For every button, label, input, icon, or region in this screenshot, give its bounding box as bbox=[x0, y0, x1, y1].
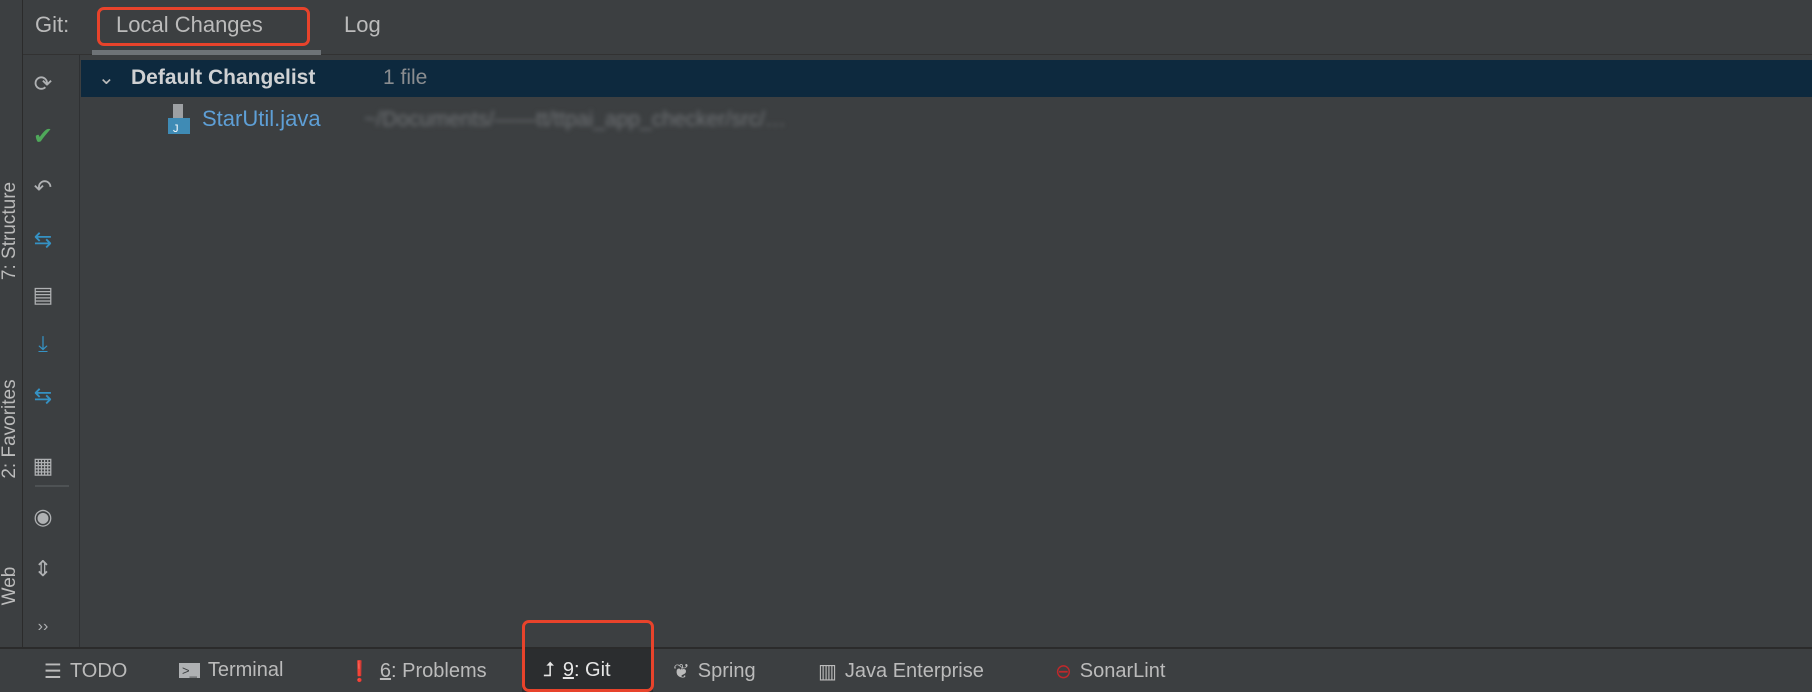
highlight-box-git bbox=[522, 620, 654, 692]
changelist-row[interactable]: ⌄ Default Changelist 1 file bbox=[81, 60, 1812, 97]
java-file-icon: J bbox=[168, 104, 190, 134]
expand-collapse-icon[interactable]: ⇕ bbox=[30, 556, 56, 582]
java-enterprise-label: Java Enterprise bbox=[844, 660, 984, 682]
toolbar-separator bbox=[35, 485, 69, 487]
refresh-icon[interactable]: ⟳ bbox=[30, 71, 56, 97]
web-label: Web bbox=[0, 566, 20, 606]
commit-check-icon[interactable]: ✔ bbox=[30, 123, 56, 150]
java-enterprise-tool-button[interactable]: ▥ Java Enterprise bbox=[818, 659, 984, 684]
sonarlint-icon: ⊖ bbox=[1055, 661, 1072, 683]
sonarlint-label: SonarLint bbox=[1079, 660, 1166, 682]
changelist-name: Default Changelist bbox=[131, 66, 316, 89]
group-by-icon[interactable]: ▦ bbox=[30, 453, 56, 479]
terminal-icon: >_ bbox=[179, 663, 200, 678]
problems-icon: ❗ bbox=[347, 661, 372, 683]
problems-tool-button[interactable]: ❗ 6: Problems bbox=[347, 659, 487, 684]
chevron-down-icon[interactable]: ⌄ bbox=[98, 65, 115, 90]
merge-icon[interactable]: ⇆ bbox=[30, 383, 56, 409]
compare-icon[interactable]: ⇆ bbox=[30, 227, 56, 253]
active-tab-indicator bbox=[92, 50, 321, 55]
git-prefix: Git: bbox=[35, 12, 70, 37]
bottom-tool-bar: ☰ TODO >_ Terminal ❗ 6: Problems ⮥ 9: Git ❦ S… bbox=[0, 647, 1812, 692]
highlight-box-local-changes bbox=[97, 7, 310, 46]
spring-label: Spring bbox=[697, 660, 756, 682]
changes-toolbar: ⟳ ✔ ↶ ⇆ ▤ ⤓ ⇆ ▦ ◉ ⇕ ›› bbox=[23, 55, 80, 647]
spring-leaf-icon: ❦ bbox=[673, 661, 690, 683]
rollback-icon[interactable]: ↶ bbox=[30, 175, 56, 201]
update-icon[interactable]: ⤓ bbox=[30, 331, 56, 357]
more-icon[interactable]: ›› bbox=[30, 614, 56, 640]
terminal-tool-button[interactable]: >_ Terminal bbox=[179, 659, 283, 682]
favorites-tool-button[interactable]: 2: Favorites bbox=[0, 379, 21, 479]
view-options-icon[interactable]: ◉ bbox=[30, 504, 56, 530]
todo-label: TODO bbox=[69, 660, 128, 682]
structure-tool-button[interactable]: 7: Structure bbox=[0, 181, 21, 281]
list-icon: ☰ bbox=[44, 661, 62, 683]
structure-label: 7: Structure bbox=[0, 181, 20, 281]
changelist-count: 1 file bbox=[383, 66, 428, 89]
sonarlint-tool-button[interactable]: ⊖ SonarLint bbox=[1055, 659, 1165, 684]
todo-tool-button[interactable]: ☰ TODO bbox=[44, 659, 127, 684]
file-name[interactable]: StarUtil.java bbox=[202, 106, 321, 132]
web-tool-button[interactable]: Web bbox=[0, 536, 21, 636]
file-path: ~/Documents/——tt/ttpai_app_checker/src/… bbox=[364, 108, 786, 131]
changelist-icon[interactable]: ▤ bbox=[30, 282, 56, 308]
tab-log[interactable]: Log bbox=[344, 12, 381, 38]
spring-tool-button[interactable]: ❦ Spring bbox=[673, 659, 756, 684]
tool-window-stripe: 7: Structure 2: Favorites Web bbox=[0, 0, 23, 647]
java-enterprise-icon: ▥ bbox=[818, 661, 837, 683]
favorites-label: 2: Favorites bbox=[0, 379, 20, 479]
terminal-label: Terminal bbox=[207, 659, 284, 681]
problems-label: 6: Problems bbox=[379, 660, 487, 682]
svg-text:J: J bbox=[173, 123, 179, 134]
